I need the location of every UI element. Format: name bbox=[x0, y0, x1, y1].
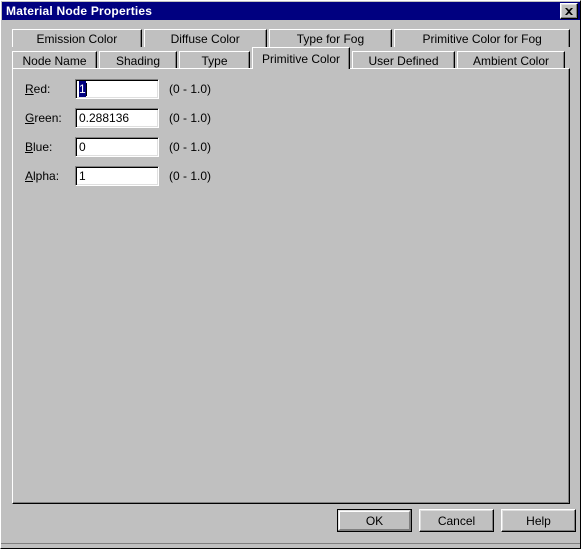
dialog-button-bar: OK Cancel Help bbox=[1, 509, 580, 539]
field-row-green: Green: 0.288136 (0 - 1.0) bbox=[13, 108, 569, 130]
tab-label: Ambient Color bbox=[472, 53, 550, 68]
tab-label: Emission Color bbox=[36, 31, 118, 46]
tab-label: Type bbox=[201, 53, 228, 68]
input-green[interactable]: 0.288136 bbox=[75, 108, 159, 128]
tab-type-for-fog[interactable]: Type for Fog bbox=[268, 29, 393, 47]
field-row-red: Red: 1 (0 - 1.0) bbox=[13, 79, 569, 101]
ok-button[interactable]: OK bbox=[337, 509, 412, 532]
tab-row-top: Emission Color Diffuse Color Type for Fog P… bbox=[12, 29, 572, 47]
tab-label: Type for Fog bbox=[296, 31, 365, 46]
input-value: 0 bbox=[79, 140, 86, 154]
ok-button-inner: OK bbox=[339, 511, 410, 530]
input-value: 1 bbox=[79, 169, 86, 183]
close-button[interactable] bbox=[560, 3, 578, 19]
tab-label: Primitive Color bbox=[261, 51, 340, 66]
input-value: 1 bbox=[79, 81, 86, 97]
ok-button-label: OK bbox=[365, 513, 384, 528]
hint-red: (0 - 1.0) bbox=[169, 82, 212, 96]
dialog-window: Material Node Properties Emission Color D… bbox=[0, 0, 581, 549]
tab-node-name[interactable]: Node Name bbox=[12, 51, 97, 69]
cancel-button[interactable]: Cancel bbox=[419, 509, 494, 532]
label-green: Green: bbox=[25, 111, 62, 125]
hint-green: (0 - 1.0) bbox=[169, 111, 212, 125]
tab-row-bottom: Node Name Shading Type Primitive Color User … bbox=[12, 47, 572, 69]
tab-label: User Defined bbox=[368, 53, 439, 68]
input-blue[interactable]: 0 bbox=[75, 137, 159, 157]
tab-label: Node Name bbox=[22, 53, 87, 68]
label-alpha: Alpha: bbox=[25, 169, 60, 183]
input-alpha[interactable]: 1 bbox=[75, 166, 159, 186]
close-icon bbox=[565, 7, 573, 15]
input-value: 0.288136 bbox=[79, 111, 130, 125]
window-bottom-edge bbox=[1, 543, 580, 548]
tab-content-panel: Red: 1 (0 - 1.0) Green: 0.288136 (0 - 1.0) Blu… bbox=[12, 68, 570, 504]
tab-diffuse-color[interactable]: Diffuse Color bbox=[143, 29, 267, 47]
hint-blue: (0 - 1.0) bbox=[169, 140, 212, 154]
tab-primitive-color-for-fog[interactable]: Primitive Color for Fog bbox=[394, 29, 571, 47]
help-button-label: Help bbox=[526, 513, 551, 528]
cancel-button-label: Cancel bbox=[437, 513, 476, 528]
tab-shading[interactable]: Shading bbox=[99, 51, 177, 69]
text-caret bbox=[85, 82, 87, 96]
tab-primitive-color[interactable]: Primitive Color bbox=[252, 47, 350, 69]
hint-alpha: (0 - 1.0) bbox=[169, 169, 212, 183]
window-title: Material Node Properties bbox=[6, 4, 153, 18]
field-row-alpha: Alpha: 1 (0 - 1.0) bbox=[13, 166, 569, 188]
help-button[interactable]: Help bbox=[501, 509, 576, 532]
tab-emission-color[interactable]: Emission Color bbox=[12, 29, 142, 47]
label-blue: Blue: bbox=[25, 140, 53, 154]
tab-label: Primitive Color for Fog bbox=[422, 31, 542, 46]
tab-label: Shading bbox=[115, 53, 161, 68]
tab-user-defined[interactable]: User Defined bbox=[352, 51, 455, 69]
title-bar[interactable]: Material Node Properties bbox=[2, 2, 580, 20]
input-red[interactable]: 1 bbox=[75, 79, 159, 99]
field-row-blue: Blue: 0 (0 - 1.0) bbox=[13, 137, 569, 159]
tab-label: Diffuse Color bbox=[170, 31, 240, 46]
label-red: Red: bbox=[25, 82, 51, 96]
tab-type[interactable]: Type bbox=[179, 51, 250, 69]
tab-ambient-color[interactable]: Ambient Color bbox=[457, 51, 565, 69]
